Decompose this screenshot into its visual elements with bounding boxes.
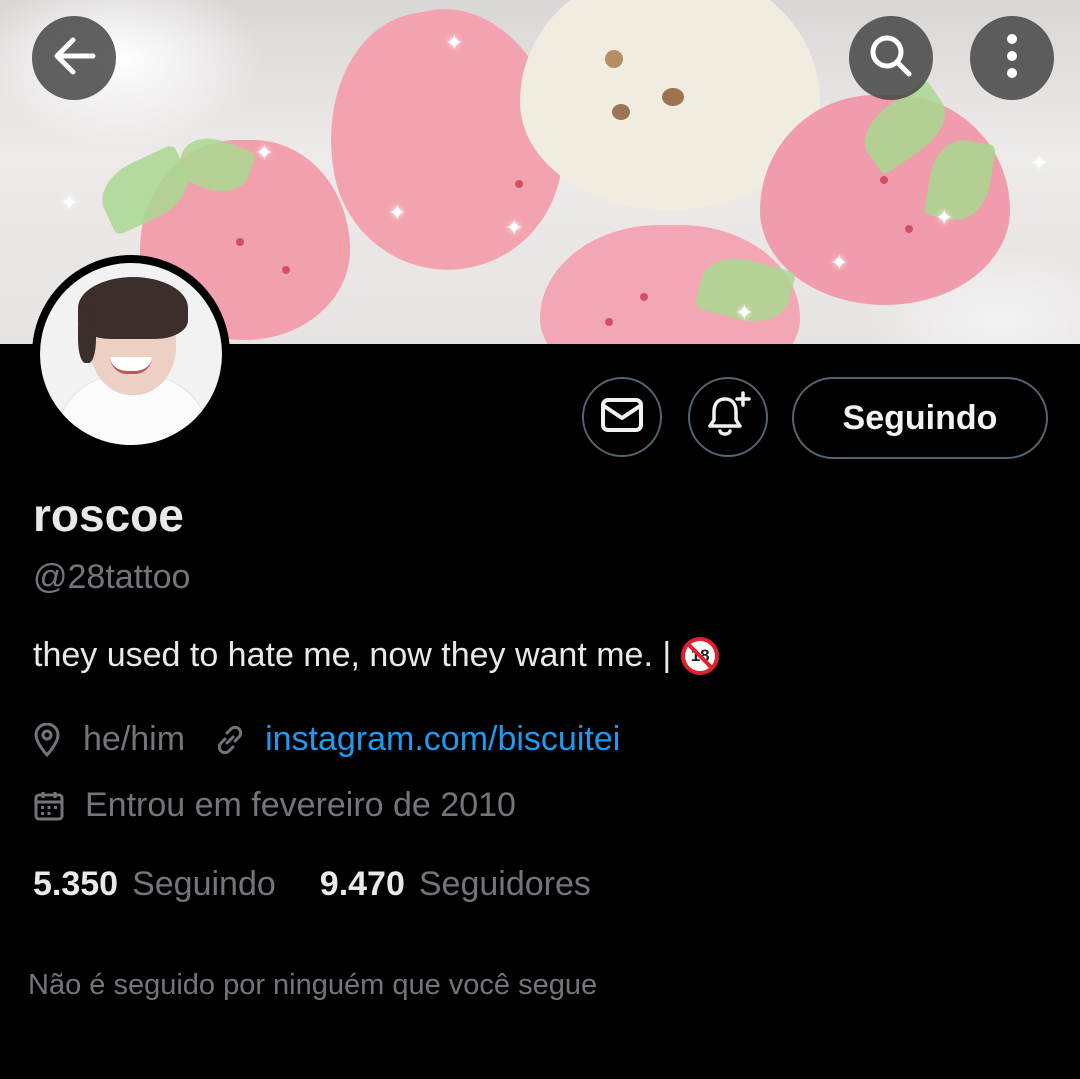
message-button[interactable]: [582, 377, 662, 457]
banner-decor: [905, 225, 913, 233]
banner-decor: [612, 104, 630, 120]
sparkle-icon: ✦: [935, 205, 954, 230]
banner-decor: [515, 180, 523, 188]
join-date-text: Entrou em fevereiro de 2010: [85, 786, 516, 824]
search-button[interactable]: [849, 16, 933, 100]
sparkle-icon: ✦: [445, 30, 464, 55]
link-icon: [213, 723, 247, 757]
calendar-icon: [33, 790, 65, 822]
banner-decor: [605, 318, 613, 326]
followers-label: Seguidores: [418, 865, 591, 903]
more-vertical-icon: [1005, 32, 1019, 85]
sparkle-icon: ✦: [830, 250, 849, 275]
display-name: roscoe: [33, 489, 184, 541]
envelope-icon: [600, 397, 644, 438]
follow-stats: 5.350 Seguindo 9.470 Seguidores: [33, 865, 591, 904]
join-date-row: Entrou em fevereiro de 2010: [33, 786, 516, 825]
banner-decor: [282, 266, 290, 274]
sparkle-icon: ✦: [505, 215, 524, 240]
bio-text: they used to hate me, now they want me. …: [33, 636, 672, 674]
followers-count: 9.470: [319, 865, 405, 903]
profile-meta-row: he/him instagram.com/biscuitei: [33, 720, 620, 759]
bio: they used to hate me, now they want me. …: [33, 636, 720, 675]
arrow-left-icon: [51, 36, 97, 81]
banner-decor: [640, 293, 648, 301]
followed-by-note: Não é seguido por ninguém que você segue: [28, 969, 598, 1001]
location-text: he/him: [83, 720, 186, 758]
bell-plus-icon: [704, 390, 752, 444]
sparkle-icon: ✦: [1030, 150, 1049, 175]
sparkle-icon: ✦: [60, 190, 79, 215]
banner-decor: [236, 238, 244, 246]
banner-decor: [880, 176, 888, 184]
following-label: Seguindo: [132, 865, 276, 903]
no-under-18-icon: 18: [681, 636, 720, 675]
user-handle: @28tattoo: [33, 558, 191, 596]
followers-stat[interactable]: 9.470 Seguidores: [320, 865, 591, 904]
avatar[interactable]: [32, 255, 230, 453]
sparkle-icon: ✦: [255, 140, 274, 165]
following-stat[interactable]: 5.350 Seguindo: [33, 865, 276, 904]
notifications-button[interactable]: [688, 377, 768, 457]
banner-decor: [662, 88, 684, 106]
website-link[interactable]: instagram.com/biscuitei: [265, 720, 620, 759]
back-button[interactable]: [32, 16, 116, 100]
search-icon: [867, 32, 915, 85]
sparkle-icon: ✦: [388, 200, 407, 225]
following-count: 5.350: [33, 865, 119, 903]
sparkle-icon: ✦: [735, 300, 754, 325]
location-pin-icon: [33, 722, 61, 757]
avatar-photo: [40, 263, 222, 445]
more-options-button[interactable]: [970, 16, 1054, 100]
avatar-hair: [78, 303, 96, 363]
following-button[interactable]: Seguindo: [792, 377, 1048, 459]
banner-decor: [605, 50, 623, 68]
